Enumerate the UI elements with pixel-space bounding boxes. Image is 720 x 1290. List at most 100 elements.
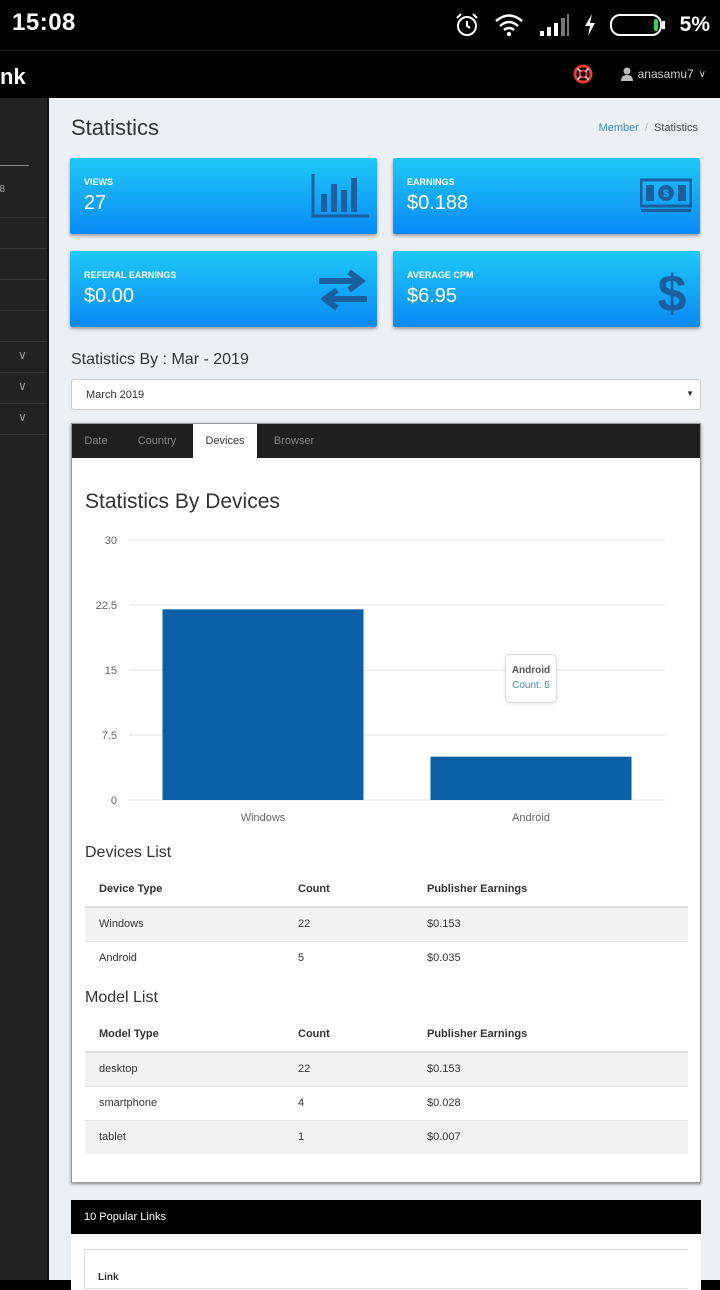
status-bar: 15:08 5% bbox=[0, 0, 720, 50]
breadcrumb-member[interactable]: Member bbox=[599, 122, 639, 134]
tab-browser[interactable]: Browser bbox=[266, 424, 322, 458]
user-menu[interactable]: anasamu7 ∨ bbox=[620, 67, 706, 81]
stat-value: $6.95 bbox=[407, 285, 458, 307]
sidebar-divider bbox=[0, 217, 47, 218]
stat-label: REFERAL EARNINGS bbox=[84, 270, 177, 280]
user-icon bbox=[620, 67, 633, 81]
navbar-right: anasamu7 ∨ bbox=[573, 64, 706, 84]
stat-label: EARNINGS bbox=[407, 177, 455, 187]
sidebar-item[interactable] bbox=[0, 341, 47, 342]
tab-bar: Date Country Devices Browser bbox=[72, 424, 700, 458]
statistics-by-heading: Statistics By : Mar - 2019 bbox=[71, 351, 249, 368]
devices-bar-chart: 0 7.5 15 22.5 30 Windows Android bbox=[96, 535, 665, 824]
svg-text:$: $ bbox=[658, 267, 687, 317]
table-cell: Windows bbox=[85, 906, 284, 941]
sidebar: 58 ∨ ∨ ∨ bbox=[0, 98, 47, 1280]
month-select[interactable]: March 2019 ▼ bbox=[71, 379, 701, 410]
caret-down-icon: ▼ bbox=[686, 389, 694, 398]
svg-text:$: $ bbox=[663, 188, 669, 200]
column-header: Publisher Earnings bbox=[413, 872, 688, 908]
table-row: Windows 22 $0.153 bbox=[85, 906, 688, 941]
table-cell: $0.028 bbox=[413, 1085, 688, 1120]
table-cell: $0.153 bbox=[413, 906, 688, 941]
charging-icon bbox=[584, 14, 595, 36]
column-header: Publisher Earnings bbox=[413, 1017, 688, 1053]
x-tick-label: Android bbox=[512, 812, 550, 824]
battery-percent: 5% bbox=[679, 13, 710, 36]
sidebar-item[interactable] bbox=[0, 403, 47, 404]
breadcrumb-separator: / bbox=[644, 122, 648, 134]
popular-links-panel: 10 Popular Links Link bbox=[71, 1200, 701, 1290]
model-list-title: Model List bbox=[85, 989, 158, 1006]
money-icon: $ bbox=[640, 178, 692, 212]
tab-date[interactable]: Date bbox=[72, 424, 120, 458]
y-tick-label: 30 bbox=[105, 535, 117, 547]
stat-value: $0.188 bbox=[407, 192, 469, 214]
devices-table: Device Type Count Publisher Earnings Win… bbox=[85, 872, 688, 975]
table-row: tablet 1 $0.007 bbox=[85, 1119, 688, 1154]
table-cell: Android bbox=[85, 940, 284, 975]
table-header-row: Model Type Count Publisher Earnings bbox=[85, 1017, 688, 1053]
chevron-down-icon[interactable]: ∨ bbox=[18, 379, 27, 393]
chart-tooltip: Android Count: 5 bbox=[505, 654, 557, 703]
column-header: Link bbox=[98, 1272, 119, 1283]
table-header-row: Device Type Count Publisher Earnings bbox=[85, 872, 688, 908]
y-tick-label: 15 bbox=[105, 665, 117, 677]
tab-devices[interactable]: Devices bbox=[193, 424, 257, 458]
stat-card-average-cpm: AVERAGE CPM $6.95 $ bbox=[393, 251, 700, 327]
bar-android bbox=[430, 756, 632, 800]
battery-icon bbox=[609, 14, 665, 36]
sidebar-item[interactable] bbox=[0, 372, 47, 373]
sidebar-item[interactable] bbox=[0, 310, 47, 311]
chevron-down-icon[interactable]: ∨ bbox=[18, 348, 27, 362]
table-row: desktop 22 $0.153 bbox=[85, 1051, 688, 1086]
table-cell: 5 bbox=[284, 940, 413, 975]
signal-icon bbox=[539, 14, 569, 36]
column-header: Count bbox=[284, 872, 413, 908]
sidebar-user-text: 58 bbox=[0, 184, 6, 195]
table-cell: smartphone bbox=[85, 1085, 284, 1120]
breadcrumb-current: Statistics bbox=[653, 122, 698, 134]
table-cell: desktop bbox=[85, 1051, 284, 1086]
table-row: smartphone 4 $0.028 bbox=[85, 1085, 688, 1120]
sidebar-item[interactable] bbox=[0, 279, 47, 280]
column-header: Device Type bbox=[85, 872, 284, 908]
status-icons: 5% bbox=[454, 10, 710, 40]
stat-value: $0.00 bbox=[84, 285, 135, 307]
sidebar-underline bbox=[0, 165, 29, 166]
x-tick-label: Windows bbox=[241, 812, 286, 824]
exchange-icon bbox=[319, 269, 367, 311]
table-cell: 1 bbox=[284, 1119, 413, 1154]
stat-value: 27 bbox=[84, 192, 107, 214]
bar-chart-icon bbox=[311, 174, 369, 218]
chevron-down-icon[interactable]: ∨ bbox=[18, 410, 27, 424]
main-content: Statistics Member / Statistics VIEWS 27 EA… bbox=[47, 98, 720, 1290]
table-cell: $0.035 bbox=[413, 940, 688, 975]
popular-links-table: Link bbox=[84, 1249, 688, 1289]
brand-logo[interactable]: nk bbox=[0, 64, 26, 90]
y-tick-label: 0 bbox=[111, 795, 117, 807]
tab-country[interactable]: Country bbox=[128, 424, 186, 458]
column-header: Count bbox=[284, 1017, 413, 1053]
sidebar-item[interactable] bbox=[0, 434, 47, 435]
month-select-value: March 2019 bbox=[86, 389, 145, 401]
status-time: 15:08 bbox=[12, 9, 76, 36]
y-tick-label: 7.5 bbox=[102, 730, 117, 742]
devices-chart-title: Statistics By Devices bbox=[85, 490, 280, 513]
statistics-tab-panel: Date Country Devices Browser Statistics … bbox=[71, 423, 701, 1183]
bar-windows bbox=[162, 609, 364, 800]
breadcrumb: Member / Statistics bbox=[599, 122, 698, 134]
lifebuoy-icon[interactable] bbox=[573, 64, 593, 84]
stat-card-earnings: EARNINGS $0.188 $ bbox=[393, 158, 700, 234]
table-cell: $0.007 bbox=[413, 1119, 688, 1154]
wifi-icon bbox=[494, 14, 523, 37]
sidebar-item[interactable] bbox=[0, 248, 47, 249]
alarm-icon bbox=[455, 13, 478, 36]
dollar-icon: $ bbox=[658, 267, 687, 317]
y-tick-label: 22.5 bbox=[96, 600, 117, 612]
popular-links-title: 10 Popular Links bbox=[71, 1200, 701, 1234]
stat-label: VIEWS bbox=[84, 177, 114, 187]
table-row: Android 5 $0.035 bbox=[85, 940, 688, 975]
devices-list-title: Devices List bbox=[85, 844, 172, 861]
stat-card-views: VIEWS 27 bbox=[70, 158, 377, 234]
